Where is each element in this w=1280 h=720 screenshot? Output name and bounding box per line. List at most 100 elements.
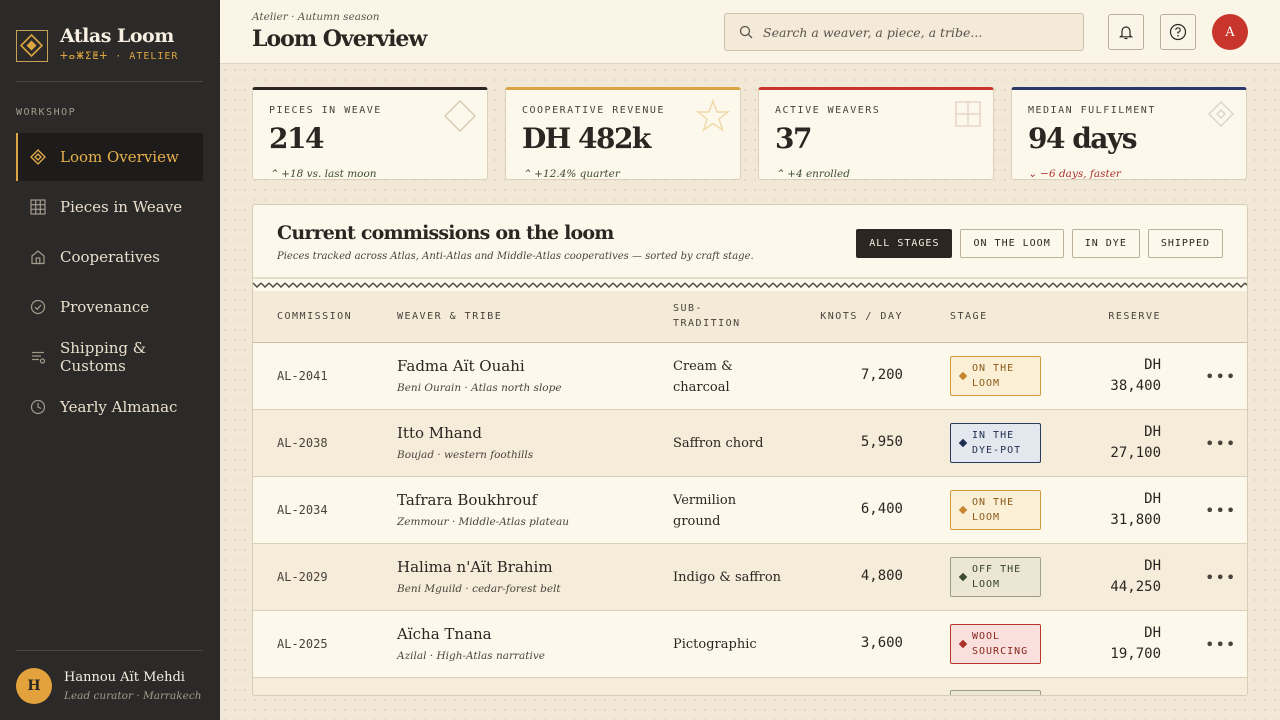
house-icon	[31, 250, 45, 265]
stage-badge: IN THE DYE-POT	[950, 423, 1041, 463]
sidebar-divider	[16, 81, 203, 82]
filter-all-stages[interactable]: ALL STAGES	[856, 229, 953, 258]
sub-tradition: Pictographic	[673, 637, 757, 652]
sidebar-item-label: Loom Overview	[60, 148, 179, 166]
more-options-icon[interactable]: •••	[1205, 367, 1236, 386]
diamond-bullet-icon	[958, 572, 968, 582]
arrow-up-icon: ⌃	[269, 168, 282, 180]
more-options-icon[interactable]: •••	[1205, 434, 1236, 453]
sidebar-item-label: Pieces in Weave	[60, 198, 183, 216]
grid-icon	[30, 199, 46, 215]
sidebar-item-yearly-almanac[interactable]: Yearly Almanac	[16, 383, 203, 431]
diamond-bullet-icon	[958, 505, 968, 515]
table-row[interactable]	[253, 678, 1247, 695]
sidebar-item-label: Cooperatives	[60, 248, 161, 266]
filter-on-the-loom[interactable]: ON THE LOOM	[960, 229, 1064, 258]
sidebar-item-provenance[interactable]: Provenance	[16, 283, 203, 331]
search-input[interactable]	[763, 24, 1063, 40]
grid-outline-icon	[955, 101, 981, 127]
reserve-price: DH 44,250	[1110, 558, 1161, 595]
kpi-value: DH 482k	[522, 122, 651, 155]
table-row[interactable]: AL-2041 Fadma Aït Ouahi Beni Ourain · At…	[253, 343, 1247, 410]
more-options-icon[interactable]: •••	[1205, 635, 1236, 654]
kpi-delta: ⌃ +4 enrolled	[775, 168, 850, 180]
top-header: Atelier · Autumn season Loom Overview A	[220, 0, 1280, 64]
sub-tradition: Saffron chord	[673, 436, 764, 451]
weaver-tribe: Azilal · High-Atlas narrative	[397, 650, 546, 662]
more-options-icon[interactable]: •••	[1205, 501, 1236, 520]
sidebar-section-label: WORKSHOP	[16, 107, 77, 118]
kpi-delta: ⌃ +18 vs. last moon	[269, 168, 377, 180]
kpi-card-pieces[interactable]: PIECES IN WEAVE 214 ⌃ +18 vs. last moon	[252, 87, 488, 180]
breadcrumb: Atelier · Autumn season	[252, 11, 380, 23]
avatar: H	[16, 668, 52, 704]
kpi-delta: ⌄ −6 days, faster	[1028, 168, 1121, 180]
arrow-up-icon: ⌃	[775, 168, 788, 180]
table-row[interactable]: AL-2034 Tafrara Boukhrouf Zemmour · Midd…	[253, 477, 1247, 544]
kpi-card-fulfilment[interactable]: MEDIAN FULFILMENT 94 days ⌄ −6 days, fas…	[1011, 87, 1247, 180]
weaver-name: Aïcha Tnana	[397, 625, 492, 643]
diamond-icon	[30, 149, 46, 165]
commission-id: AL-2025	[277, 637, 328, 651]
page-title: Loom Overview	[252, 26, 427, 52]
sidebar-divider	[16, 650, 203, 651]
kpi-value: 94 days	[1028, 122, 1137, 155]
column-reserve[interactable]: RESERVE	[1108, 309, 1161, 324]
filter-in-dye[interactable]: IN DYE	[1071, 229, 1140, 258]
sidebar-item-label: Shipping & Customs	[60, 339, 147, 375]
commission-id: AL-2038	[277, 436, 328, 450]
list-icon	[32, 351, 46, 364]
sidebar-item-pieces-in-weave[interactable]: Pieces in Weave	[16, 183, 203, 231]
weaver-name: Halima n'Aït Brahim	[397, 558, 553, 576]
clock-icon	[30, 399, 46, 415]
kpi-label: COOPERATIVE REVENUE	[522, 105, 665, 116]
help-button[interactable]	[1160, 14, 1196, 50]
weaver-tribe: Boujad · western foothills	[397, 449, 534, 461]
brand-name: Atlas Loom	[60, 25, 174, 47]
sidebar-nav: Loom Overview Pieces in Weave Cooperativ…	[16, 133, 203, 433]
sub-tradition: Indigo & saffron	[673, 570, 782, 585]
table-row[interactable]: AL-2029 Halima n'Aït Brahim Beni Mguild …	[253, 544, 1247, 611]
column-commission[interactable]: COMMISSION	[277, 309, 352, 324]
knots-per-day: 3,600	[860, 635, 903, 651]
kpi-card-revenue[interactable]: COOPERATIVE REVENUE DH 482k ⌃ +12.4% qua…	[505, 87, 741, 180]
diamond-dot-icon	[1208, 101, 1234, 127]
commission-id: AL-2041	[277, 369, 328, 383]
sidebar-item-shipping-customs[interactable]: Shipping & Customs	[16, 333, 203, 381]
stage-badge: ON THE LOOM	[950, 356, 1041, 396]
diamond-outline-icon	[444, 100, 476, 132]
kpi-value: 37	[775, 122, 812, 155]
search-box	[724, 13, 1084, 51]
user-role: Lead curator · Marrakech	[64, 690, 202, 702]
table-row[interactable]: AL-2038 Itto Mhand Boujad · western foot…	[253, 410, 1247, 477]
sub-tradition: Vermilion ground	[673, 493, 737, 529]
panel-subtitle: Pieces tracked across Atlas, Anti-Atlas …	[277, 251, 754, 262]
column-stage[interactable]: STAGE	[950, 309, 988, 324]
brand[interactable]: Atlas Loom ⵜⴰⵥⵉⵟⵜ · ATELIER	[16, 26, 178, 62]
user-avatar-button[interactable]: A	[1212, 14, 1248, 50]
kpi-label: PIECES IN WEAVE	[269, 105, 382, 116]
column-knots-per-day[interactable]: KNOTS / DAY	[820, 309, 903, 324]
table-row[interactable]: AL-2025 Aïcha Tnana Azilal · High-Atlas …	[253, 611, 1247, 678]
kpi-card-weavers[interactable]: ACTIVE WEAVERS 37 ⌃ +4 enrolled	[758, 87, 994, 180]
notifications-button[interactable]	[1108, 14, 1144, 50]
knots-per-day: 5,950	[860, 434, 903, 450]
knots-per-day: 6,400	[860, 501, 903, 517]
help-icon	[1169, 23, 1187, 41]
commissions-panel: Current commissions on the loom Pieces t…	[252, 204, 1248, 696]
weaver-name: Fadma Aït Ouahi	[397, 357, 525, 375]
woven-border-divider	[253, 277, 1247, 291]
filter-shipped[interactable]: SHIPPED	[1147, 229, 1223, 258]
reserve-price: DH 31,800	[1110, 491, 1161, 528]
column-sub-tradition[interactable]: SUB- TRADITION	[673, 301, 741, 331]
arrow-down-icon: ⌄	[1028, 168, 1041, 180]
user-profile[interactable]: H Hannou Aït Mehdi Lead curator · Marrak…	[16, 668, 202, 704]
sidebar-item-loom-overview[interactable]: Loom Overview	[16, 133, 203, 181]
column-weaver-tribe[interactable]: WEAVER & TRIBE	[397, 309, 502, 324]
more-options-icon[interactable]: •••	[1205, 568, 1236, 587]
stage-filters: ALL STAGES ON THE LOOM IN DYE SHIPPED	[848, 229, 1223, 258]
stage-badge	[950, 690, 1041, 695]
sidebar-item-label: Provenance	[60, 298, 150, 316]
sidebar-item-cooperatives[interactable]: Cooperatives	[16, 233, 203, 281]
kpi-label: MEDIAN FULFILMENT	[1028, 105, 1156, 116]
